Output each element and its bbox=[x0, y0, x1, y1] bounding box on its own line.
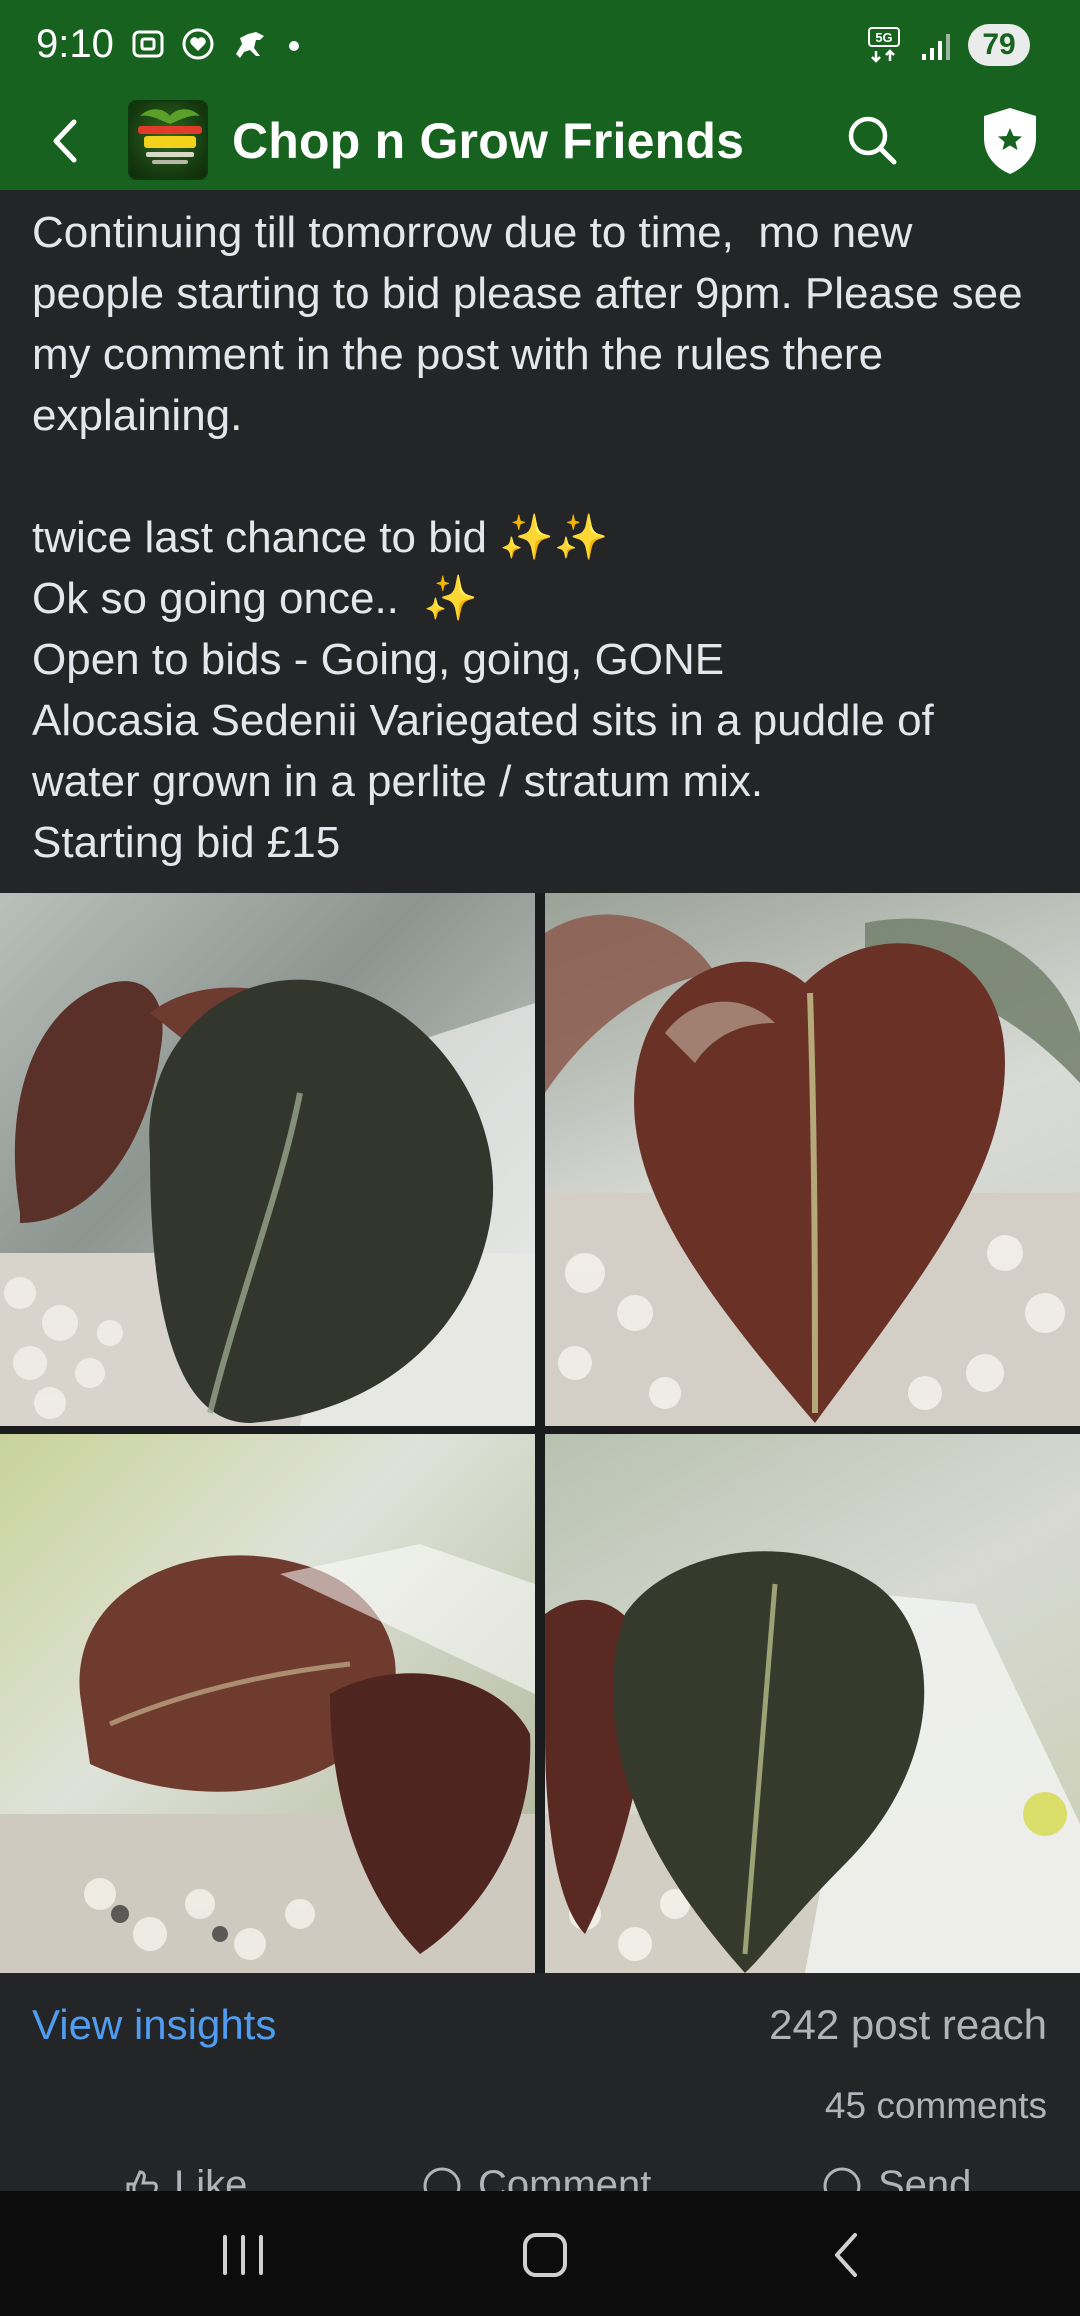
photo-grid bbox=[0, 893, 1080, 1973]
home-icon[interactable] bbox=[510, 2225, 580, 2285]
post-actions-row: Like Comment Send bbox=[0, 2161, 1080, 2193]
back-arrow-icon[interactable] bbox=[36, 110, 98, 172]
svg-text:5G: 5G bbox=[875, 30, 892, 45]
group-logo-art bbox=[138, 109, 202, 164]
more-notifications-dot-icon bbox=[289, 41, 299, 51]
status-bar: 9:10 5G 79 bbox=[0, 0, 1080, 92]
send-label: Send bbox=[878, 2163, 972, 2193]
photo-4[interactable] bbox=[545, 1434, 1080, 1973]
heart-badge-icon bbox=[182, 28, 214, 60]
system-back-icon[interactable] bbox=[812, 2225, 882, 2285]
comment-bubble-icon bbox=[423, 2167, 461, 2193]
photo-1[interactable] bbox=[0, 893, 535, 1426]
screenshot-icon bbox=[132, 30, 164, 58]
like-label: Like bbox=[174, 2163, 248, 2193]
post-insights-bar: View insights 242 post reach 45 comments… bbox=[0, 1973, 1080, 2193]
group-title[interactable]: Chop n Grow Friends bbox=[232, 112, 744, 170]
battery-indicator: 79 bbox=[968, 24, 1030, 66]
photo-2[interactable] bbox=[545, 893, 1080, 1426]
photo-3-plant-image bbox=[0, 1544, 535, 1973]
like-thumb-icon bbox=[126, 2169, 158, 2193]
send-button[interactable]: Send bbox=[820, 2163, 971, 2193]
horse-app-icon bbox=[236, 32, 264, 58]
photo-2-plant-image bbox=[545, 914, 1080, 1426]
photo-1-plant-image bbox=[0, 979, 535, 1426]
post-reach-count: 242 post reach bbox=[769, 2001, 1047, 2048]
post-line-once: Ok so going once.. ✨ bbox=[32, 574, 479, 623]
recent-apps-icon[interactable] bbox=[208, 2225, 278, 2285]
comments-count[interactable]: 45 comments bbox=[825, 2085, 1047, 2127]
post-line-twice: twice last chance to bid ✨✨ bbox=[32, 513, 609, 562]
post-paragraph-continuing: Continuing till tomorrow due to time, mo… bbox=[32, 208, 1035, 440]
network-5g-icon: 5G bbox=[868, 27, 900, 63]
comment-label: Comment bbox=[478, 2163, 652, 2193]
status-system-icons: 5G 79 bbox=[866, 24, 1030, 66]
photo-4-plant-image bbox=[545, 1551, 1080, 1973]
send-messenger-icon bbox=[823, 2167, 861, 2193]
status-time: 9:10 bbox=[36, 22, 114, 66]
post-line-open: Open to bids - Going, going, GONE bbox=[32, 635, 725, 684]
view-insights-link[interactable]: View insights bbox=[32, 2001, 276, 2049]
post-line-starting-bid: Starting bid £15 bbox=[32, 818, 341, 867]
screen: 9:10 5G 79 Chop n Grow Friends Continuin… bbox=[0, 0, 1080, 2316]
like-button[interactable]: Like bbox=[120, 2163, 247, 2193]
status-notification-icons bbox=[130, 26, 304, 62]
admin-shield-icon[interactable] bbox=[978, 104, 1042, 176]
post-line-description: Alocasia Sedenii Variegated sits in a pu… bbox=[32, 696, 946, 806]
signal-strength-icon bbox=[922, 34, 950, 60]
post-body: Continuing till tomorrow due to time, mo… bbox=[32, 202, 1052, 873]
group-logo[interactable] bbox=[128, 100, 208, 180]
photo-3[interactable] bbox=[0, 1434, 535, 1973]
search-icon[interactable] bbox=[840, 108, 904, 172]
app-bar: Chop n Grow Friends bbox=[0, 92, 1080, 190]
comment-button[interactable]: Comment bbox=[420, 2163, 651, 2193]
system-nav-bar bbox=[0, 2191, 1080, 2316]
